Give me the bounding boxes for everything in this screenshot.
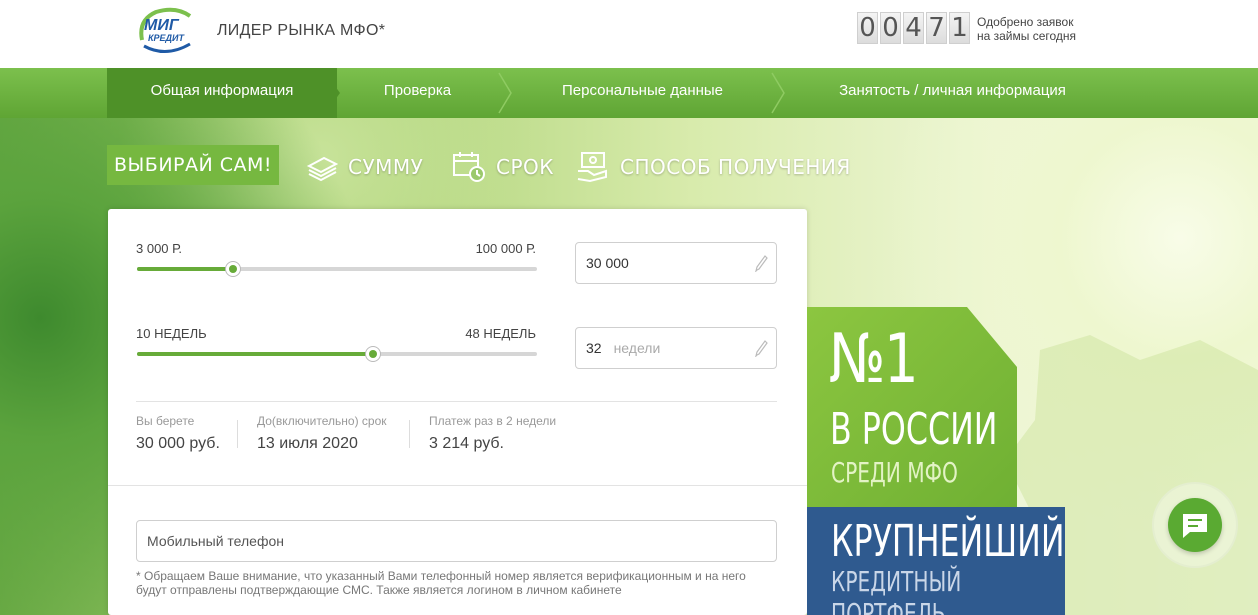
amount-input[interactable]: 30 000	[575, 242, 777, 284]
summary-separator	[237, 420, 238, 448]
summary-amount-value: 30 000 руб.	[136, 435, 220, 452]
tab-employment[interactable]: Занятость / личная информация	[790, 68, 1115, 118]
term-slider-fill	[137, 352, 373, 356]
promo-in-russia: В РОССИИ	[830, 404, 998, 455]
summary-due-date-value: 13 июля 2020	[257, 435, 358, 452]
summary-due-date: До(включительно) срок 13 июля 2020	[257, 414, 387, 453]
term-max-label: 48 НЕДЕЛЬ	[465, 326, 536, 341]
chat-button[interactable]	[1168, 498, 1222, 552]
summary-amount-label: Вы берете	[136, 414, 195, 428]
step-nav: Общая информация Проверка Персональные д…	[0, 68, 1258, 118]
counter-digit: 1	[949, 12, 970, 44]
promo-among-mfo: СРЕДИ МФО	[831, 456, 958, 489]
promo-portfolio: ПОРТФЕЛЬ	[831, 598, 946, 615]
amount-input-value: 30 000	[586, 255, 629, 271]
summary-amount: Вы берете 30 000 руб.	[136, 414, 220, 453]
counter-digit: 7	[926, 12, 947, 44]
amount-slider[interactable]	[137, 261, 537, 277]
amount-slider-thumb[interactable]	[225, 261, 241, 277]
cash-hand-icon	[577, 152, 607, 183]
counter-digit: 4	[903, 12, 924, 44]
option-term: СРОК	[452, 150, 554, 184]
choose-yourself-tag: ВЫБИРАЙ САМ!	[107, 145, 279, 185]
summary-payment: Платеж раз в 2 недели 3 214 руб.	[429, 414, 556, 453]
term-input[interactable]: 32 недели	[575, 327, 777, 369]
phone-input[interactable]: Мобильный телефон	[136, 520, 777, 562]
promo-credit: КРЕДИТНЫЙ	[831, 565, 962, 598]
counter-digit: 0	[880, 12, 901, 44]
approvals-counter: 0 0 4 7 1	[857, 12, 970, 44]
chat-bubble-icon	[1183, 514, 1207, 538]
counter-label-line1: Одобрено заявок	[977, 15, 1074, 29]
promo-largest: КРУПНЕЙШИЙ	[831, 516, 1065, 567]
summary-separator	[409, 420, 410, 448]
mig-credit-logo[interactable]: МИГ КРЕДИТ	[136, 6, 196, 58]
option-receive-method-label: СПОСОБ ПОЛУЧЕНИЯ	[620, 155, 851, 179]
tagline: ЛИДЕР РЫНКА МФО*	[217, 22, 386, 39]
counter-label: Одобрено заявок на займы сегодня	[977, 15, 1076, 43]
tab-verification[interactable]: Проверка	[340, 68, 495, 118]
summary-payment-label: Платеж раз в 2 недели	[429, 414, 557, 428]
calendar-clock-icon	[453, 152, 485, 182]
amount-slider-fill	[137, 267, 233, 271]
amount-max-label: 100 000 Р.	[475, 241, 536, 256]
option-amount-label: СУММУ	[348, 155, 424, 179]
promo-number-one: №1	[829, 320, 919, 399]
option-amount: СУММУ	[306, 150, 423, 184]
pencil-icon	[755, 255, 768, 272]
option-term-label: СРОК	[496, 155, 554, 179]
term-min-label: 10 НЕДЕЛЬ	[136, 326, 207, 341]
logo-text-1: МИГ	[144, 17, 180, 34]
phone-note: * Обращаем Ваше внимание, что указанный …	[136, 569, 746, 597]
nav-arrow-separator	[322, 68, 340, 118]
money-stack-icon	[306, 156, 338, 182]
site-header: МИГ КРЕДИТ ЛИДЕР РЫНКА МФО* 0 0 4 7 1 Од…	[0, 0, 1258, 68]
card-divider	[108, 485, 807, 486]
summary-due-date-label: До(включительно) срок	[257, 414, 387, 428]
option-receive-method: СПОСОБ ПОЛУЧЕНИЯ	[576, 150, 851, 184]
amount-min-label: 3 000 Р.	[136, 241, 182, 256]
term-slider-thumb[interactable]	[365, 346, 381, 362]
term-slider[interactable]	[137, 346, 537, 362]
counter-label-line2: на займы сегодня	[977, 29, 1077, 43]
term-input-value: 32	[586, 340, 602, 356]
summary-payment-value: 3 214 руб.	[429, 435, 504, 452]
term-input-unit: недели	[613, 340, 661, 356]
nav-arrow-separator	[771, 72, 785, 114]
counter-digit: 0	[857, 12, 878, 44]
pencil-icon	[755, 340, 768, 357]
nav-arrow-separator	[498, 72, 512, 114]
logo-text-2: КРЕДИТ	[148, 33, 186, 43]
tab-general-info[interactable]: Общая информация	[107, 68, 337, 118]
tab-personal-data[interactable]: Персональные данные	[515, 68, 770, 118]
card-divider	[136, 401, 777, 402]
loan-form-card: 3 000 Р. 100 000 Р. 30 000 10 НЕДЕЛЬ 48 …	[108, 209, 807, 615]
